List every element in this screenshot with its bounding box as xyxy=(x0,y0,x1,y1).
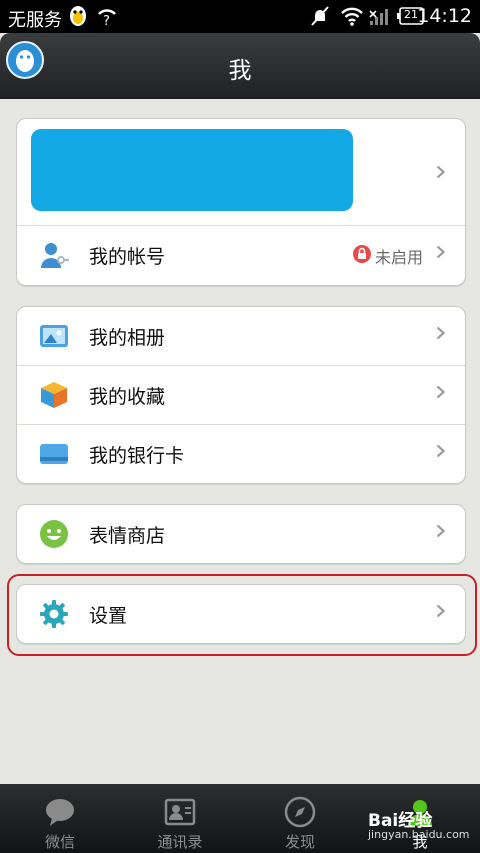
smiley-face-icon xyxy=(40,520,68,548)
bank-card-icon xyxy=(40,444,68,464)
profile-info-redacted xyxy=(31,129,353,211)
favorites-box-icon xyxy=(41,382,67,408)
page-title: 我 xyxy=(228,58,252,84)
contacts-card-icon xyxy=(164,798,196,826)
title-bar: 我 xyxy=(0,33,480,99)
lock-icon xyxy=(353,245,371,263)
wifi-icon xyxy=(341,7,363,26)
chat-bubble-icon xyxy=(46,799,74,826)
tab-label: 发现 xyxy=(284,833,315,851)
chevron-right-icon xyxy=(436,524,445,538)
menu-item-label: 表情商店 xyxy=(89,525,166,547)
menu-item-favorites[interactable]: 我的收藏 xyxy=(17,365,465,424)
menu-item-bank-card[interactable]: 我的银行卡 xyxy=(17,424,465,483)
watermark-url: jingyan.baidu.com xyxy=(368,828,470,841)
tab-chats[interactable]: 微信 xyxy=(0,784,120,853)
profile-row[interactable] xyxy=(17,119,465,225)
qq-penguin-icon xyxy=(70,6,86,26)
chevron-right-icon xyxy=(436,444,445,458)
account-person-key-icon xyxy=(41,243,69,268)
menu-item-label: 设置 xyxy=(89,605,128,627)
menu-item-label: 我的收藏 xyxy=(89,386,166,408)
svg-text:?: ? xyxy=(103,14,110,27)
menu-item-label: 我的银行卡 xyxy=(89,445,185,467)
compass-icon xyxy=(284,796,316,828)
sticker-store-card: 表情商店 xyxy=(16,504,466,564)
personal-menu-card: 我的相册 我的收藏 我的银行卡 xyxy=(16,306,466,484)
profile-card: 我的帐号 未启用 xyxy=(16,118,466,286)
my-account-label: 我的帐号 xyxy=(89,246,166,268)
unknown-network-icon: ? xyxy=(98,9,116,27)
carrier-label: 无服务 xyxy=(8,10,62,31)
chevron-right-icon xyxy=(436,604,445,618)
tab-contacts[interactable]: 通讯录 xyxy=(120,784,240,853)
tab-label: 微信 xyxy=(44,833,75,851)
menu-item-settings[interactable]: 设置 xyxy=(17,585,465,643)
chevron-right-icon xyxy=(436,165,445,179)
gear-icon xyxy=(40,600,68,628)
account-status: 未启用 xyxy=(374,248,423,267)
my-account-row[interactable]: 我的帐号 未启用 xyxy=(17,225,465,284)
menu-item-label: 我的相册 xyxy=(89,327,166,349)
tab-discover[interactable]: 发现 xyxy=(240,784,360,853)
notification-off-icon xyxy=(311,6,329,26)
battery-level: 21 xyxy=(404,8,418,21)
chevron-right-icon xyxy=(436,326,445,340)
baidu-jingyan-watermark: Bai经验 jingyan.baidu.com xyxy=(368,798,478,848)
chevron-right-icon xyxy=(436,385,445,399)
signal-icon xyxy=(369,9,388,25)
chevron-right-icon xyxy=(436,245,445,259)
settings-card: 设置 xyxy=(16,584,466,644)
status-bar: 无服务 ? 21 14:12 xyxy=(0,0,480,33)
menu-item-album[interactable]: 我的相册 xyxy=(17,307,465,365)
menu-item-sticker-store[interactable]: 表情商店 xyxy=(17,505,465,563)
tab-label: 通讯录 xyxy=(157,833,203,851)
clock: 14:12 xyxy=(417,5,472,27)
photo-album-icon xyxy=(40,325,68,347)
